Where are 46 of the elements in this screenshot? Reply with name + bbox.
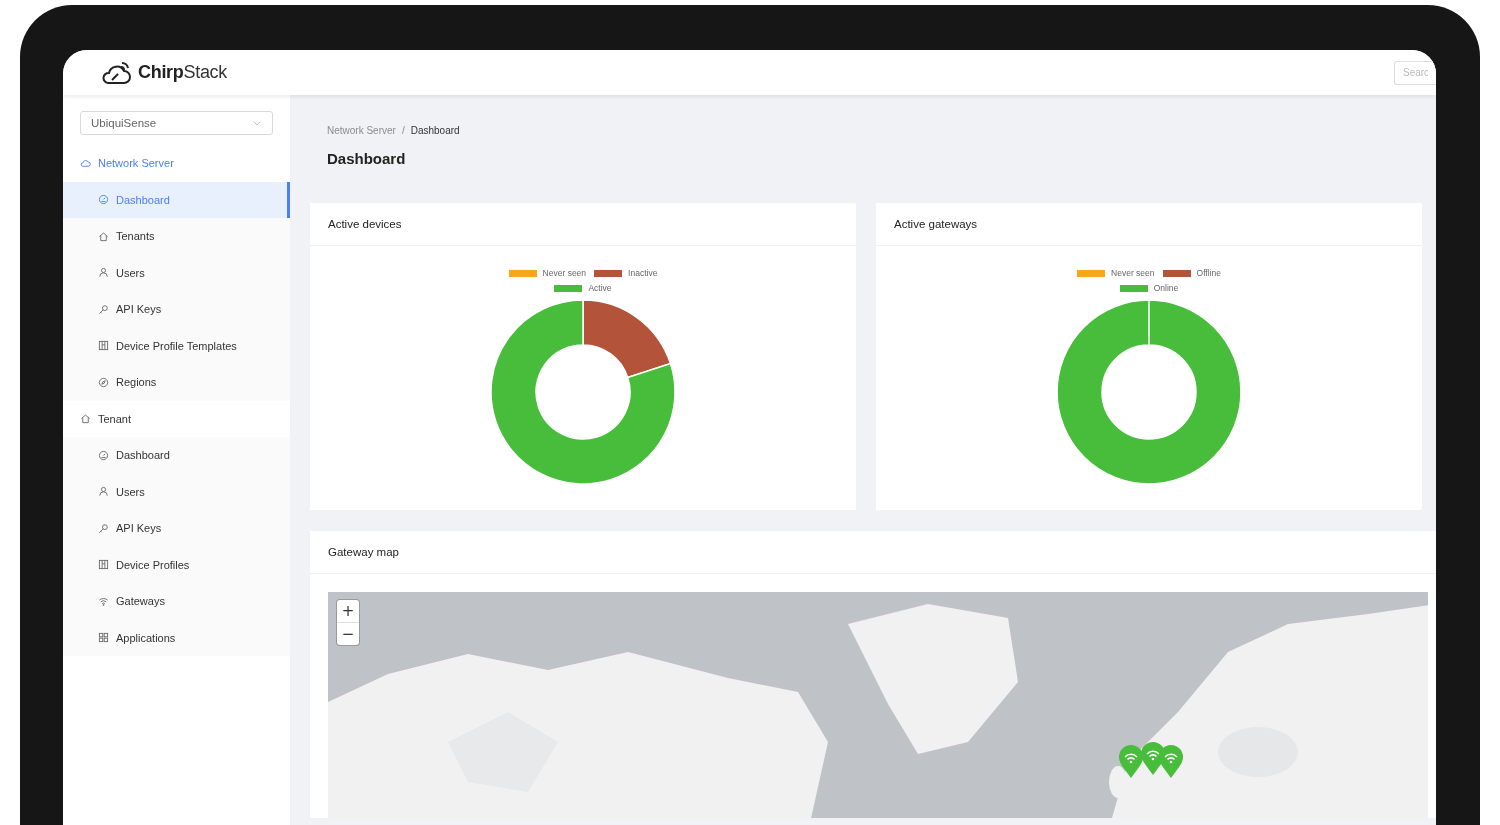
sidebar-item[interactable]: API Keys [63,291,290,328]
breadcrumb-separator: / [401,125,405,136]
legend-item[interactable]: Offline [1162,268,1221,278]
card-title: Active gateways [876,203,1422,246]
cloud-icon [80,157,91,169]
sidebar-group[interactable]: Tenant [63,400,290,437]
user-icon [98,486,109,498]
key-icon [98,522,109,534]
card-title: Gateway map [310,531,1436,574]
legend-item[interactable]: Inactive [594,268,658,278]
sidebar-item[interactable]: Applications [63,619,290,656]
apps-icon [98,632,109,644]
compass-icon [98,376,109,388]
map-pin-icon[interactable] [1118,745,1144,779]
search-field[interactable]: Searc [1394,60,1436,85]
legend-item[interactable]: Never seen [1077,268,1155,278]
app-logo: ChirpStack [138,62,228,83]
table-icon [98,340,109,352]
card-title: Active devices [310,203,856,246]
legend-item[interactable]: Active [554,283,612,293]
sidebar-item[interactable]: API Keys [63,510,290,547]
gauge-icon [98,194,109,206]
sidebar-item[interactable]: Regions [63,364,290,401]
sidebar-group[interactable]: Network Server [63,145,290,182]
sidebar-item[interactable]: Device Profiles [63,546,290,583]
legend-item[interactable]: Online [1119,283,1179,293]
breadcrumb-current: Dashboard [410,125,460,136]
page-title: Dashboard [327,150,407,167]
table-icon [98,559,109,571]
sidebar-item[interactable]: Dashboard [63,437,290,474]
house-icon [98,230,109,242]
map-pin-icon[interactable] [1158,745,1184,779]
zoom-in-button[interactable]: + [337,600,359,622]
house-icon [80,413,91,425]
sidebar-item[interactable]: Users [63,254,290,291]
sidebar-item[interactable]: Tenants [63,218,290,255]
chevron-down-icon [252,118,262,128]
wifi-icon [98,595,109,607]
key-icon [98,303,109,315]
tenant-select[interactable]: UbiquiSense [80,111,273,135]
sidebar-item[interactable]: Users [63,473,290,510]
sidebar-item[interactable]: Gateways [63,583,290,620]
gauge-icon [98,449,109,461]
sidebar-item[interactable]: Device Profile Templates [63,327,290,364]
user-icon [98,267,109,279]
legend-item[interactable]: Never seen [508,268,587,278]
